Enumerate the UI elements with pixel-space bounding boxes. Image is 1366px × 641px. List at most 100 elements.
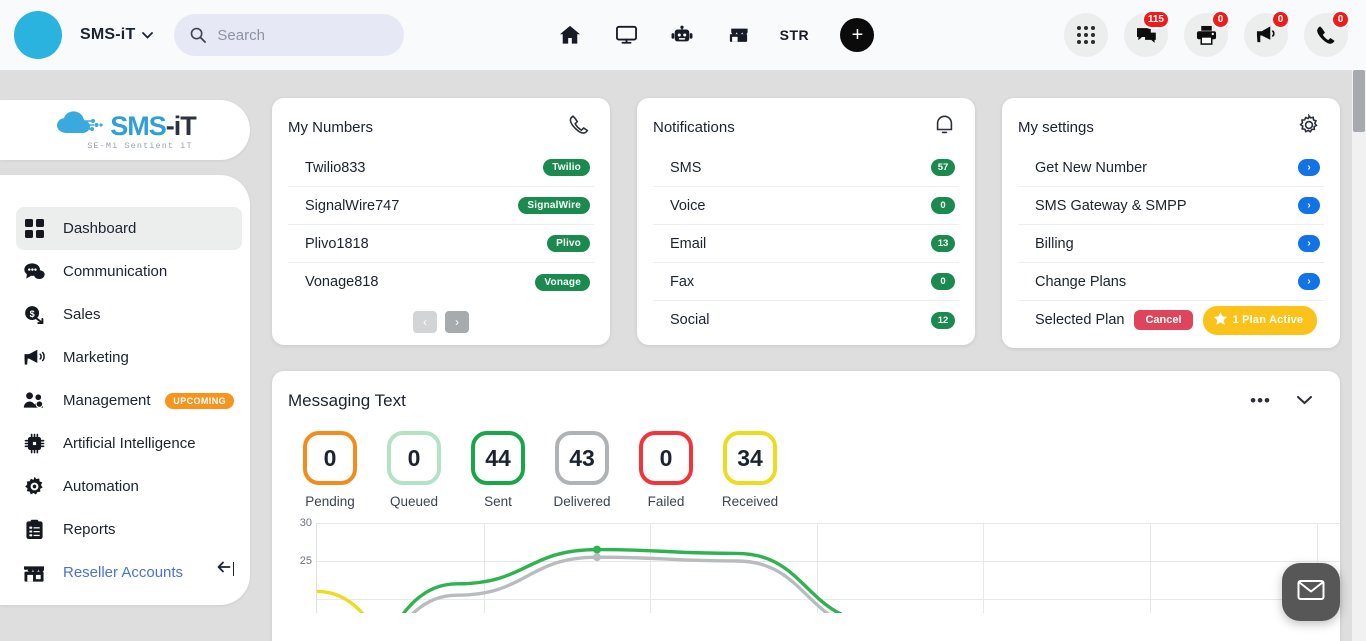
messaging-chart: 30 25 bbox=[272, 517, 1340, 613]
stat-value: 0 bbox=[303, 431, 357, 485]
megaphone-icon bbox=[21, 347, 47, 369]
avatar[interactable] bbox=[14, 11, 62, 59]
table-row[interactable]: Change Plans › bbox=[1018, 263, 1324, 301]
stat-pending[interactable]: 0 Pending bbox=[288, 431, 372, 509]
sidebar-item-management[interactable]: Management UPCOMING bbox=[16, 379, 242, 422]
sidebar-badge-upcoming: UPCOMING bbox=[165, 392, 234, 409]
number-label: Vonage818 bbox=[305, 274, 379, 290]
clipboard-icon bbox=[21, 519, 47, 541]
my-numbers-pager: ‹ › bbox=[272, 311, 610, 333]
stat-sent[interactable]: 44 Sent bbox=[456, 431, 540, 509]
chat-button[interactable]: 115 bbox=[1124, 10, 1170, 57]
sidebar-item-reseller-accounts[interactable]: Reseller Accounts bbox=[16, 551, 242, 594]
table-row[interactable]: Voice 0 bbox=[653, 187, 959, 225]
sidebar-item-marketing[interactable]: Marketing bbox=[16, 336, 242, 379]
stat-label: Delivered bbox=[553, 494, 611, 509]
arrow-left-icon bbox=[217, 560, 231, 577]
cancel-plan-button[interactable]: Cancel bbox=[1134, 310, 1193, 330]
phone-button[interactable]: 0 bbox=[1304, 10, 1350, 57]
chevron-down-icon[interactable] bbox=[142, 29, 154, 41]
number-label: Plivo1818 bbox=[305, 235, 369, 252]
notification-label: SMS bbox=[670, 159, 702, 176]
sidebar-item-label: Communication bbox=[63, 263, 168, 280]
sidebar-collapse-button[interactable] bbox=[217, 560, 234, 577]
stat-label: Queued bbox=[389, 494, 439, 509]
apps-grid-button[interactable] bbox=[1064, 13, 1108, 57]
cloud-logo-icon bbox=[54, 109, 106, 144]
my-settings-card: My settings Get New Number › SMS Gateway… bbox=[1002, 98, 1340, 348]
provider-tag: Vonage bbox=[535, 273, 590, 291]
sidebar-item-label: Sales bbox=[63, 306, 101, 323]
table-row[interactable]: Vonage818 Vonage bbox=[288, 263, 594, 301]
sidebar-item-artificial-intelligence[interactable]: Artificial Intelligence bbox=[16, 422, 242, 465]
table-row[interactable]: SMS 57 bbox=[653, 149, 959, 187]
str-nav-item[interactable]: STR bbox=[766, 15, 822, 55]
bell-icon[interactable] bbox=[934, 114, 955, 141]
stat-failed[interactable]: 0 Failed bbox=[624, 431, 708, 509]
gear-icon[interactable] bbox=[1298, 113, 1320, 141]
sidebar-item-sales[interactable]: $ Sales bbox=[16, 293, 242, 336]
message-fab-button[interactable] bbox=[1282, 563, 1340, 621]
number-label: SignalWire747 bbox=[305, 197, 400, 214]
search-input[interactable] bbox=[217, 26, 378, 44]
chevron-right-icon[interactable]: › bbox=[1298, 235, 1320, 252]
robot-icon[interactable] bbox=[654, 15, 710, 55]
person-icon bbox=[21, 605, 47, 606]
table-row[interactable]: SignalWire747 SignalWire bbox=[288, 187, 594, 225]
sidebar-item-dashboard[interactable]: Dashboard bbox=[16, 207, 242, 250]
envelope-icon bbox=[1297, 579, 1325, 606]
store-icon bbox=[21, 562, 47, 584]
chevron-right-icon[interactable]: › bbox=[1298, 197, 1320, 214]
notification-count-badge: 12 bbox=[931, 311, 955, 329]
printer-button[interactable]: 0 bbox=[1184, 10, 1230, 57]
sidebar-item-communication[interactable]: Communication bbox=[16, 250, 242, 293]
more-options-icon[interactable]: ••• bbox=[1250, 391, 1271, 411]
home-icon[interactable] bbox=[542, 15, 598, 55]
chevron-down-icon[interactable] bbox=[1297, 392, 1312, 410]
table-row[interactable]: Get New Number › bbox=[1018, 149, 1324, 187]
chevron-right-icon[interactable]: › bbox=[1298, 159, 1320, 176]
grid-icon bbox=[21, 218, 47, 240]
sidebar-item-my-organization[interactable]: My Organization bbox=[16, 594, 242, 605]
sidebar-item-reports[interactable]: Reports bbox=[16, 508, 242, 551]
pager-prev-button[interactable]: ‹ bbox=[413, 311, 437, 333]
selected-plan-label: Selected Plan bbox=[1035, 312, 1125, 328]
table-row[interactable]: Plivo1818 Plivo bbox=[288, 225, 594, 263]
table-row[interactable]: Email 13 bbox=[653, 225, 959, 263]
plan-active-badge[interactable]: 1 Plan Active bbox=[1202, 305, 1318, 335]
stat-queued[interactable]: 0 Queued bbox=[372, 431, 456, 509]
search-box[interactable] bbox=[174, 14, 405, 56]
table-row[interactable]: SMS Gateway & SMPP › bbox=[1018, 187, 1324, 225]
store-icon[interactable] bbox=[710, 15, 766, 55]
my-settings-title: My settings bbox=[1018, 119, 1094, 136]
page-scrollbar[interactable] bbox=[1352, 70, 1366, 641]
top-nav: STR + bbox=[542, 15, 875, 55]
monitor-icon[interactable] bbox=[598, 15, 654, 55]
scrollbar-thumb[interactable] bbox=[1353, 70, 1365, 132]
notifications-card: Notifications SMS 57 Voice 0 Email 13 Fa… bbox=[637, 98, 975, 345]
my-numbers-list: Twilio833 Twilio SignalWire747 SignalWir… bbox=[272, 149, 610, 301]
brand-name[interactable]: SMS-iT bbox=[80, 26, 135, 44]
megaphone-button[interactable]: 0 bbox=[1244, 10, 1290, 57]
sidebar-item-automation[interactable]: Automation bbox=[16, 465, 242, 508]
notifications-list: SMS 57 Voice 0 Email 13 Fax 0 Social 12 bbox=[637, 149, 975, 339]
table-row[interactable]: Billing › bbox=[1018, 225, 1324, 263]
notification-count-badge: 13 bbox=[931, 235, 955, 252]
table-row[interactable]: Fax 0 bbox=[653, 263, 959, 301]
setting-label: Change Plans bbox=[1035, 273, 1127, 290]
stat-delivered[interactable]: 43 Delivered bbox=[540, 431, 624, 509]
stat-received[interactable]: 34 Received bbox=[708, 431, 792, 509]
stat-label: Received bbox=[721, 494, 779, 509]
top-bar: SMS-iT STR + bbox=[0, 0, 1366, 70]
chevron-right-icon[interactable]: › bbox=[1298, 273, 1320, 290]
phone-icon[interactable] bbox=[568, 114, 590, 141]
stat-value: 34 bbox=[723, 431, 777, 485]
sales-icon: $ bbox=[21, 304, 47, 326]
table-row[interactable]: Social 12 bbox=[653, 301, 959, 339]
pager-next-button[interactable]: › bbox=[445, 311, 469, 333]
star-icon bbox=[1213, 311, 1228, 329]
megaphone-badge: 0 bbox=[1271, 10, 1290, 29]
add-button[interactable]: + bbox=[840, 18, 875, 52]
provider-tag: Twilio bbox=[543, 159, 590, 176]
table-row[interactable]: Twilio833 Twilio bbox=[288, 149, 594, 187]
